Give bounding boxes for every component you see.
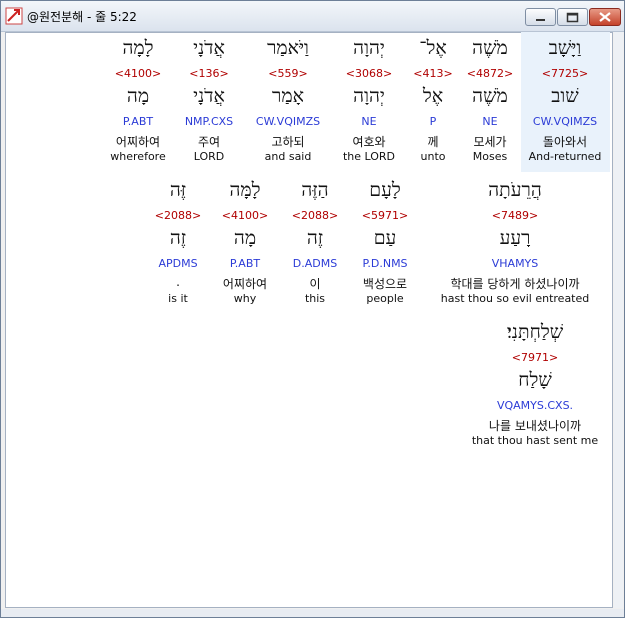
hebrew-root: אָמַר — [272, 85, 304, 107]
hebrew-root: עַם — [373, 227, 397, 249]
korean-gloss: 나를 보내셨나이까 — [488, 419, 582, 433]
morph-code: P.ABT — [229, 257, 261, 270]
english-gloss: is it — [168, 292, 188, 305]
maximize-button[interactable] — [557, 8, 588, 26]
hebrew-root: אֲדֹנָי — [193, 85, 225, 107]
morph-code: NE — [361, 115, 377, 128]
morph-code: D.ADMS — [292, 257, 338, 270]
korean-gloss: 어찌하여 — [222, 277, 268, 291]
strong-number[interactable]: <5971> — [362, 209, 408, 222]
korean-gloss: 돌아와서 — [542, 135, 588, 149]
morph-code: P.ABT — [122, 115, 154, 128]
morph-code: APDMS — [158, 257, 198, 270]
morph-code: VHAMYS — [491, 257, 539, 270]
english-gloss: Moses — [472, 150, 508, 163]
hebrew-word: זֶּה — [169, 179, 187, 201]
strong-number[interactable]: <7489> — [492, 209, 538, 222]
english-gloss: wherefore — [110, 150, 166, 163]
korean-gloss: 께 — [427, 135, 439, 149]
english-gloss: LORD — [193, 150, 225, 163]
korean-gloss: 주여 — [197, 135, 221, 149]
hebrew-word: מֹשֶׁה — [472, 37, 508, 59]
hebrew-root: אֶל — [422, 85, 444, 107]
hebrew-root: זֶה — [169, 227, 187, 249]
minimize-button[interactable] — [525, 8, 556, 26]
strong-number[interactable]: <7971> — [512, 351, 558, 364]
strong-number[interactable]: <559> — [268, 67, 307, 80]
status-strip — [1, 609, 624, 617]
maximize-icon — [566, 12, 579, 23]
hebrew-root: רָעַע — [499, 227, 531, 249]
morph-code: NMP.CXS — [184, 115, 234, 128]
morph-code: CW.VQIMZS — [255, 115, 321, 128]
hebrew-word: וַיָּשָׁב — [548, 37, 582, 59]
hebrew-word: הֲרֵעֹתָה — [488, 179, 542, 201]
korean-gloss: . — [176, 275, 180, 289]
strong-number[interactable]: <2088> — [292, 209, 338, 222]
window-title: @원전분해 - 줄 5:22 — [27, 10, 137, 24]
strong-number[interactable]: <7725> — [542, 67, 588, 80]
english-gloss: this — [304, 292, 326, 305]
korean-gloss: 이 — [309, 277, 321, 291]
hebrew-root: זֶה — [306, 227, 324, 249]
app-window: @원전분해 - 줄 5:22 וַיָּשָׁב <7725> שׁוב CW.… — [0, 0, 625, 618]
hebrew-word: לָמָּה — [229, 179, 261, 201]
hebrew-word: שְׁלַחְתָּנִי׃ — [506, 321, 564, 343]
english-gloss: the LORD — [342, 150, 396, 163]
hebrew-root: מָה — [233, 227, 257, 249]
title-bar[interactable]: @원전분해 - 줄 5:22 — [1, 1, 624, 32]
korean-gloss: 어찌하여 — [115, 135, 161, 149]
morph-code: P.D.NMS — [362, 257, 408, 270]
english-gloss: that thou hast sent me — [471, 434, 599, 447]
english-gloss: and said — [264, 150, 312, 163]
strong-number[interactable]: <413> — [413, 67, 452, 80]
hebrew-word: יְהוָה — [353, 37, 385, 59]
strong-number[interactable]: <2088> — [155, 209, 201, 222]
morph-code: NE — [482, 115, 498, 128]
hebrew-word: וַיֹּאמַר — [267, 37, 309, 59]
hebrew-word: אֲדֹנָי — [193, 37, 225, 59]
hebrew-word: לָמָה — [122, 37, 154, 59]
strong-number[interactable]: <4872> — [467, 67, 513, 80]
close-icon — [599, 12, 611, 22]
morph-code: VQAMYS.CXS. — [496, 399, 574, 412]
strong-number[interactable]: <4100> — [222, 209, 268, 222]
morph-code: P — [429, 115, 437, 128]
english-gloss: unto — [420, 150, 446, 163]
strong-number[interactable]: <136> — [189, 67, 228, 80]
hebrew-root: יְהוָה — [353, 85, 385, 107]
korean-gloss: 학대를 당하게 하셨나이까 — [450, 277, 580, 291]
strong-number[interactable]: <4100> — [115, 67, 161, 80]
english-gloss: people — [366, 292, 404, 305]
korean-gloss: 모세가 — [473, 135, 507, 149]
hebrew-root: מָה — [126, 85, 150, 107]
hebrew-word: הַזֶּה — [301, 179, 329, 201]
hebrew-word: אֶל־ — [419, 37, 447, 59]
minimize-icon — [536, 19, 545, 21]
close-button[interactable] — [589, 8, 621, 26]
korean-gloss: 백성으로 — [362, 277, 408, 291]
hebrew-root: מֹשֶׁה — [472, 85, 508, 107]
morph-code: CW.VQIMZS — [532, 115, 598, 128]
english-gloss: why — [233, 292, 257, 305]
hebrew-root: שָׁלַח — [518, 369, 552, 391]
korean-gloss: 여호와 — [352, 135, 386, 149]
korean-gloss: 고하되 — [271, 135, 305, 149]
hebrew-word: לָעָם — [369, 179, 401, 201]
english-gloss: And-returned — [528, 150, 602, 163]
hebrew-root: שׁוב — [551, 85, 579, 107]
strong-number[interactable]: <3068> — [346, 67, 392, 80]
english-gloss: hast thou so evil entreated — [440, 292, 590, 305]
diagonal-arrow-icon — [5, 7, 23, 25]
vertical-scrollbar[interactable] — [614, 32, 623, 608]
